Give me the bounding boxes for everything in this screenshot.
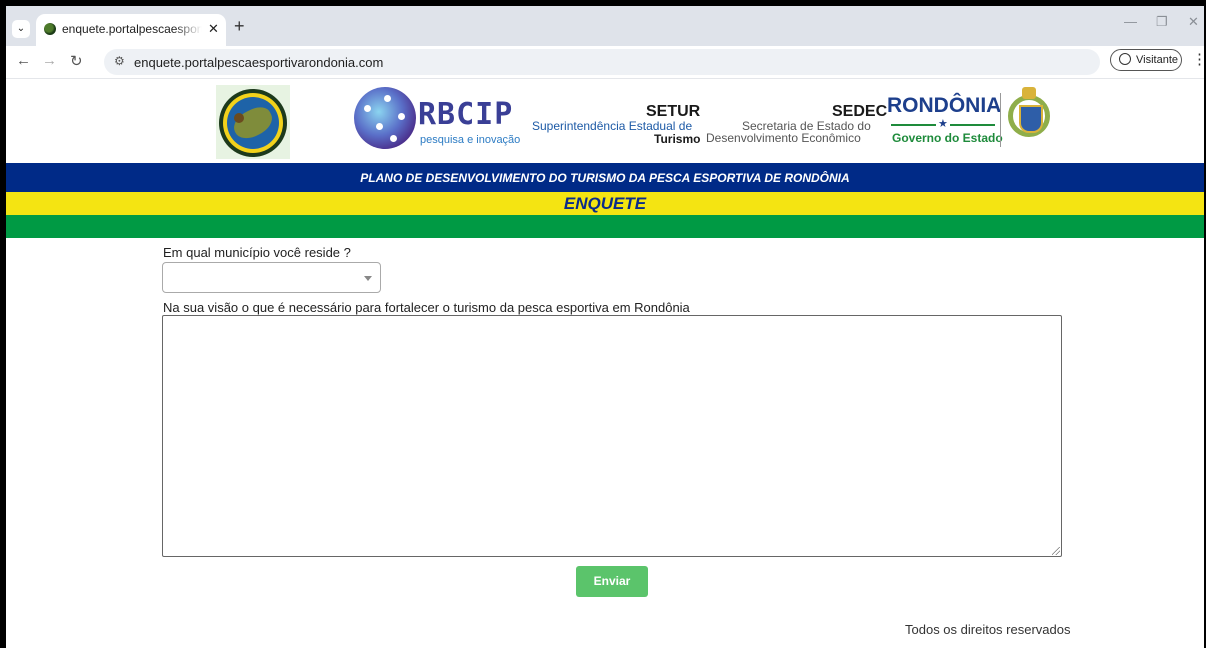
rbcip-tagline: pesquisa e inovação: [420, 134, 521, 146]
browser-tab[interactable]: enquete.portalpescaesportivarondonia.com…: [36, 14, 226, 46]
tab-strip: ⌄ enquete.portalpescaesportivarondonia.c…: [6, 6, 1204, 46]
plan-banner: PLANO DE DESENVOLVIMENTO DO TURISMO DA P…: [6, 163, 1204, 192]
setur-line1: Superintendência Estadual de: [532, 119, 693, 133]
submit-button[interactable]: Enviar: [576, 566, 648, 597]
section-title: ENQUETE: [563, 194, 647, 213]
municipio-select[interactable]: [162, 262, 381, 293]
logo-divider: [1000, 93, 1001, 147]
address-bar[interactable]: ⚙ enquete.portalpescaesportivarondonia.c…: [104, 49, 1100, 75]
setur-line2: Turismo: [654, 132, 701, 146]
fishing-portal-logo: [216, 85, 290, 159]
chevron-down-icon: [364, 276, 372, 281]
site-info-icon[interactable]: ⚙: [114, 54, 125, 68]
close-icon[interactable]: ✕: [1188, 14, 1199, 30]
plan-title: PLANO DE DESENVOLVIMENTO DO TURISMO DA P…: [360, 171, 850, 185]
profile-label: Visitante: [1136, 54, 1178, 66]
green-band: [6, 215, 1204, 238]
back-icon[interactable]: ←: [16, 52, 31, 69]
rondonia-subtitle: Governo do Estado: [892, 131, 1003, 145]
tab-close-icon[interactable]: ✕: [208, 21, 219, 37]
star-icon: ★: [936, 117, 950, 130]
tab-title: enquete.portalpescaesportivarondonia.com: [62, 22, 202, 36]
restore-icon[interactable]: ❐: [1156, 14, 1168, 30]
logo-header: RBCIP pesquisa e inovação SETUR Superint…: [6, 79, 1204, 163]
municipio-label: Em qual município você reside ?: [163, 245, 351, 260]
turismo-textarea[interactable]: [162, 315, 1062, 557]
browser-toolbar: ← → ↻ ⚙ enquete.portalpescaesportivarond…: [6, 46, 1206, 79]
rbcip-wordmark: RBCIP: [418, 97, 514, 132]
resize-handle-icon[interactable]: [1052, 547, 1060, 555]
rondonia-title: RONDÔNIA: [887, 94, 1002, 117]
section-banner: ENQUETE: [6, 192, 1204, 215]
forward-icon[interactable]: →: [42, 52, 57, 69]
turismo-label: Na sua visão o que é necessário para for…: [163, 300, 690, 315]
new-tab-button[interactable]: +: [234, 16, 245, 37]
url-text[interactable]: enquete.portalpescaesportivarondonia.com: [134, 55, 383, 70]
favicon-icon: [44, 23, 56, 35]
profile-icon: [1119, 53, 1131, 65]
reload-icon[interactable]: ↻: [70, 52, 83, 70]
menu-icon[interactable]: ⋮: [1192, 50, 1206, 68]
footer-text: Todos os direitos reservados: [905, 622, 1071, 637]
minimize-icon[interactable]: —: [1124, 14, 1137, 29]
tab-list-icon[interactable]: ⌄: [12, 20, 30, 38]
profile-button[interactable]: Visitante: [1110, 49, 1182, 71]
rbcip-globe-logo: [354, 87, 416, 149]
state-crest-icon: [1006, 85, 1052, 147]
sedec-line2: Desenvolvimento Econômico: [706, 131, 861, 145]
